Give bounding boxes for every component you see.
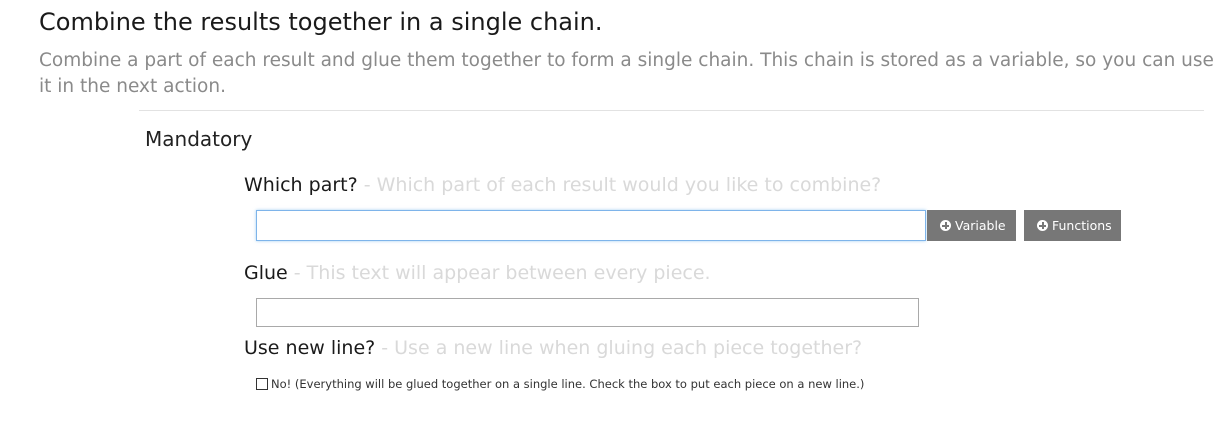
which-part-label-row: Which part? - Which part of each result … [244,174,881,196]
circle-plus-icon [940,220,951,231]
section-title: Mandatory [145,127,253,151]
which-part-label: Which part? [244,174,358,196]
glue-input[interactable] [256,298,919,327]
glue-hint: - This text will appear between every pi… [287,262,711,284]
glue-label-row: Glue - This text will appear between eve… [244,262,711,284]
which-part-input[interactable] [256,210,926,241]
new-line-label: Use new line? [244,337,376,359]
functions-button[interactable]: Functions [1024,210,1121,241]
new-line-option: No! (Everything will be glued together o… [256,377,864,391]
variable-button-label: Variable [955,218,1006,233]
new-line-label-row: Use new line? - Use a new line when glui… [244,337,862,359]
new-line-hint: - Use a new line when gluing each piece … [375,337,863,359]
page-title: Combine the results together in a single… [39,8,603,36]
page-description: Combine a part of each result and glue t… [39,50,1214,97]
functions-button-label: Functions [1052,218,1112,233]
new-line-checkbox-label[interactable]: No! (Everything will be glued together o… [271,377,864,391]
new-line-checkbox[interactable] [256,378,268,390]
action-config-panel: Combine the results together in a single… [0,0,1226,436]
section-divider [139,110,1204,111]
which-part-hint: - Which part of each result would you li… [357,174,882,196]
circle-plus-icon [1037,220,1048,231]
glue-label: Glue [244,262,288,284]
variable-button[interactable]: Variable [927,210,1016,241]
